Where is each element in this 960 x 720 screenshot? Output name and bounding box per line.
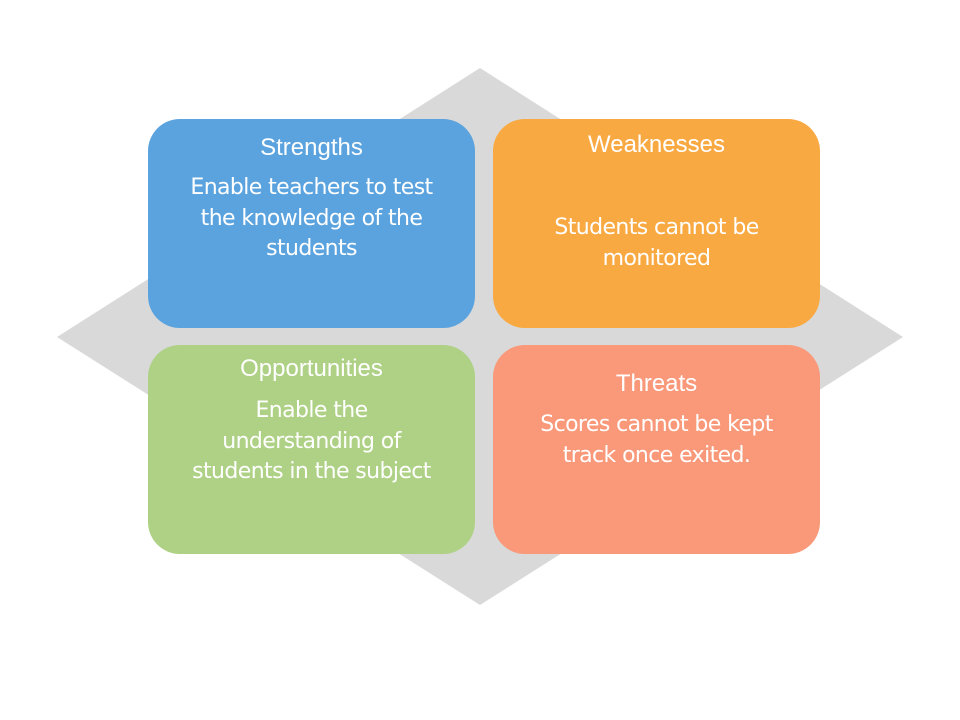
weaknesses-box: Weaknesses Students cannot be monitored (493, 119, 820, 328)
opportunities-box: Opportunities Enable the understanding o… (148, 345, 475, 554)
weaknesses-text: Students cannot be monitored (554, 215, 759, 271)
background-diamond (57, 68, 903, 605)
threats-title: Threats (615, 370, 698, 397)
opportunities-title: Opportunities (240, 355, 383, 382)
weaknesses-title: Weaknesses (588, 131, 725, 158)
strengths-text: Enable teachers to test the knowledge of… (190, 175, 433, 261)
threats-text: Scores cannot be kept track once exited. (540, 412, 773, 468)
opportunities-text: Enable the understanding of students in … (192, 398, 431, 484)
threats-box: Threats Scores cannot be kept track once… (493, 345, 820, 554)
strengths-box: Strengths Enable teachers to test the kn… (148, 119, 475, 328)
strengths-title: Strengths (260, 134, 363, 161)
